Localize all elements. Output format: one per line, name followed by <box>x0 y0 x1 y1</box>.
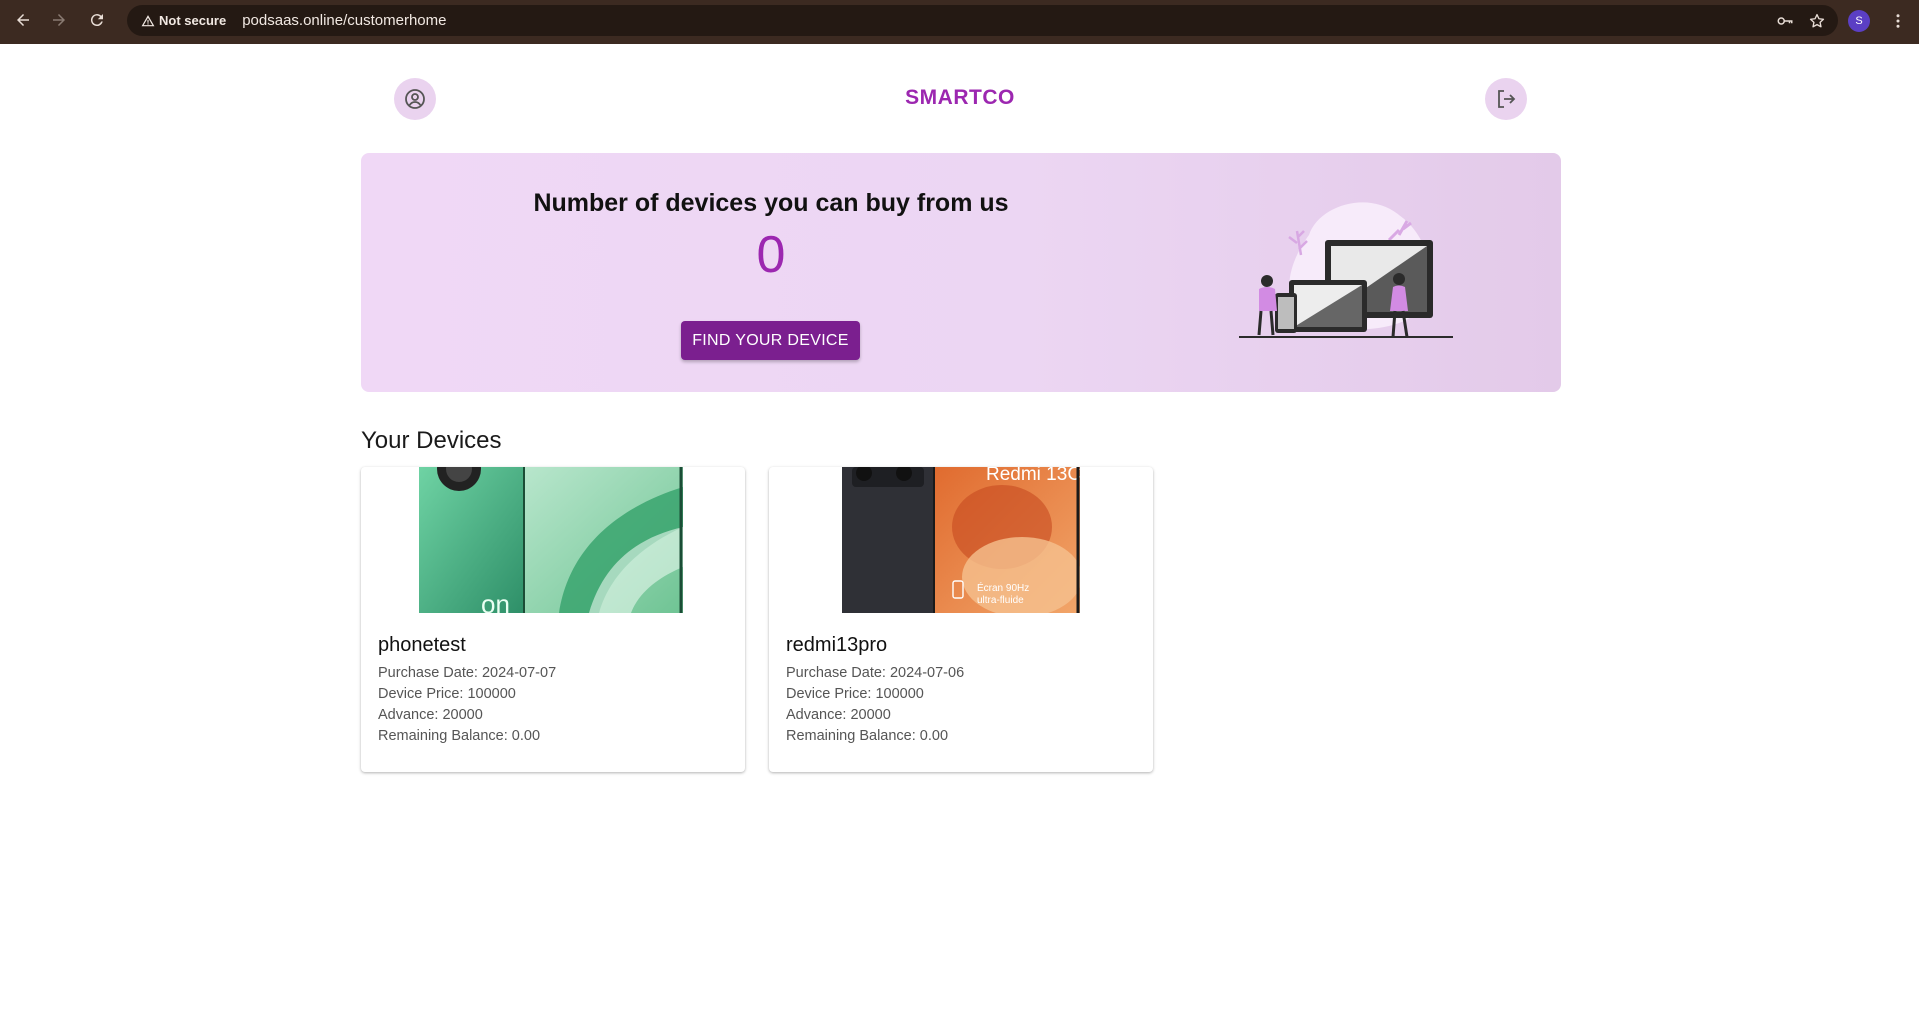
profile-button[interactable] <box>394 78 436 120</box>
device-count: 0 <box>756 226 786 284</box>
reload-icon <box>90 14 103 27</box>
device-price: Device Price: 100000 <box>786 686 924 702</box>
arrow-right-icon <box>53 14 65 26</box>
browser-menu-button[interactable] <box>1886 9 1910 33</box>
image-model-text: Redmi 13C <box>986 467 1080 485</box>
security-label: Not secure <box>159 13 227 28</box>
more-vert-icon <box>1896 14 1900 28</box>
hero-title: Number of devices you can buy from us <box>533 189 1009 217</box>
device-card[interactable]: Redmi 13C Écran 90Hz ultra-fluide redmi1… <box>769 467 1153 772</box>
logout-button[interactable] <box>1485 78 1527 120</box>
warning-icon <box>141 14 155 26</box>
device-image: Redmi 13C Écran 90Hz ultra-fluide <box>842 467 1080 613</box>
purchase-date: Purchase Date: 2024-07-07 <box>378 665 557 681</box>
url-text: podsaas.online/customerhome <box>242 12 447 29</box>
address-bar[interactable]: Not secure podsaas.online/customerhome <box>127 5 1838 36</box>
device-image: on <box>419 467 683 613</box>
security-chip[interactable]: Not secure <box>135 9 232 32</box>
devices-illustration <box>1239 202 1453 338</box>
device-card[interactable]: on phonetest Purchase Date: 2024-07-07 D… <box>361 467 745 772</box>
device-price: Device Price: 100000 <box>378 686 516 702</box>
hero-banner: Number of devices you can buy from us 0 … <box>361 153 1561 392</box>
purchase-date: Purchase Date: 2024-07-06 <box>786 665 965 681</box>
bookmark-button[interactable] <box>1804 8 1830 34</box>
advance-amount: Advance: 20000 <box>378 707 483 723</box>
browser-toolbar: Not secure podsaas.online/customerhome S <box>0 0 1919 44</box>
svg-text:on: on <box>481 589 510 613</box>
image-feature-text: Écran 90Hz <box>977 581 1029 594</box>
reload-button[interactable] <box>83 6 111 34</box>
brand-title: SMARTCO <box>905 86 1015 109</box>
find-device-button[interactable]: FIND YOUR DEVICE <box>681 321 860 360</box>
key-icon <box>1777 16 1793 25</box>
back-button[interactable] <box>9 6 37 34</box>
password-key-button[interactable] <box>1772 8 1798 34</box>
remaining-balance: Remaining Balance: 0.00 <box>378 728 541 744</box>
image-feature-text-2: ultra-fluide <box>977 595 1024 606</box>
profile-avatar[interactable]: S <box>1848 10 1870 32</box>
account-circle-icon <box>405 89 425 109</box>
logout-icon <box>1498 90 1516 108</box>
remaining-balance: Remaining Balance: 0.00 <box>786 728 949 744</box>
forward-button[interactable] <box>45 6 73 34</box>
star-icon <box>1809 13 1825 27</box>
advance-amount: Advance: 20000 <box>786 707 891 723</box>
device-name: phonetest <box>378 634 466 656</box>
device-name: redmi13pro <box>786 634 888 656</box>
arrow-left-icon <box>17 14 29 26</box>
your-devices-heading: Your Devices <box>361 427 502 454</box>
